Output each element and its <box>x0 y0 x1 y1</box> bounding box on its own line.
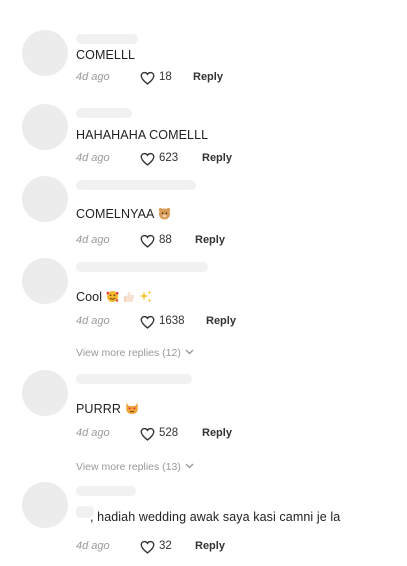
heart-icon <box>140 427 155 441</box>
comment-time: 4d ago <box>76 71 110 83</box>
comment-text: COMELLL <box>76 48 136 62</box>
view-more-label: View more replies (13) <box>76 461 181 473</box>
comment-text: HAHAHAHA COMELLL <box>76 128 209 142</box>
chevron-down-icon <box>185 460 194 472</box>
like-count: 88 <box>159 234 172 246</box>
heart-icon <box>140 315 155 329</box>
username-redacted <box>76 180 196 190</box>
comment-meta: 4d ago 623 Reply <box>76 151 246 167</box>
comment-time: 4d ago <box>76 152 110 164</box>
heart-eyes-cat-emoji <box>125 402 139 418</box>
username-redacted <box>76 108 132 118</box>
comment-meta: 4d ago 32 Reply <box>76 539 246 555</box>
reply-button[interactable]: Reply <box>206 315 236 327</box>
comments-list: COMELLL 4d ago 18 Reply HAHAHAHA COMELLL… <box>0 0 407 566</box>
view-more-replies[interactable]: View more replies (12) <box>76 346 194 359</box>
comment-meta: 4d ago 528 Reply <box>76 426 246 442</box>
comment-text: COMELNYAA <box>76 207 171 223</box>
reply-button[interactable]: Reply <box>195 234 225 246</box>
comment-meta: 4d ago 88 Reply <box>76 233 236 249</box>
comment-text-label: PURRR <box>76 402 121 416</box>
smiling-face-with-hearts-emoji <box>106 290 119 306</box>
username-redacted <box>76 34 138 44</box>
avatar[interactable] <box>22 104 68 150</box>
comment-time: 4d ago <box>76 234 110 246</box>
like-count: 1638 <box>159 315 185 327</box>
heart-icon <box>140 540 155 554</box>
sparkles-emoji <box>139 290 152 306</box>
username-redacted <box>76 374 192 384</box>
hamster-face-emoji <box>158 207 171 223</box>
heart-icon <box>140 152 155 166</box>
heart-icon <box>140 71 155 85</box>
avatar[interactable] <box>22 482 68 528</box>
comment-time: 4d ago <box>76 315 110 327</box>
comment-text: , hadiah wedding awak saya kasi camni je… <box>90 510 341 524</box>
like-count: 18 <box>159 71 172 83</box>
comment-text: PURRR <box>76 402 139 418</box>
avatar[interactable] <box>22 370 68 416</box>
comment-text-label: Cool <box>76 290 103 304</box>
username-redacted <box>76 486 136 496</box>
like-count: 32 <box>159 540 172 552</box>
comment-meta: 4d ago 18 Reply <box>76 70 236 86</box>
comment-meta: 4d ago 1638 Reply <box>76 314 256 330</box>
reply-button[interactable]: Reply <box>202 427 232 439</box>
like-count: 528 <box>159 427 179 439</box>
heart-icon <box>140 234 155 248</box>
comment-time: 4d ago <box>76 540 110 552</box>
comment-time: 4d ago <box>76 427 110 439</box>
avatar[interactable] <box>22 176 68 222</box>
avatar[interactable] <box>22 258 68 304</box>
username-redacted <box>76 262 208 272</box>
thumbs-up-emoji <box>123 290 135 306</box>
reply-button[interactable]: Reply <box>193 71 223 83</box>
reply-button[interactable]: Reply <box>202 152 232 164</box>
chevron-down-icon <box>185 346 194 358</box>
view-more-replies[interactable]: View more replies (13) <box>76 460 194 473</box>
comment-text: Cool <box>76 290 152 306</box>
avatar[interactable] <box>22 30 68 76</box>
view-more-label: View more replies (12) <box>76 347 181 359</box>
like-count: 623 <box>159 152 179 164</box>
reply-button[interactable]: Reply <box>195 540 225 552</box>
comment-text-label: COMELNYAA <box>76 207 155 221</box>
